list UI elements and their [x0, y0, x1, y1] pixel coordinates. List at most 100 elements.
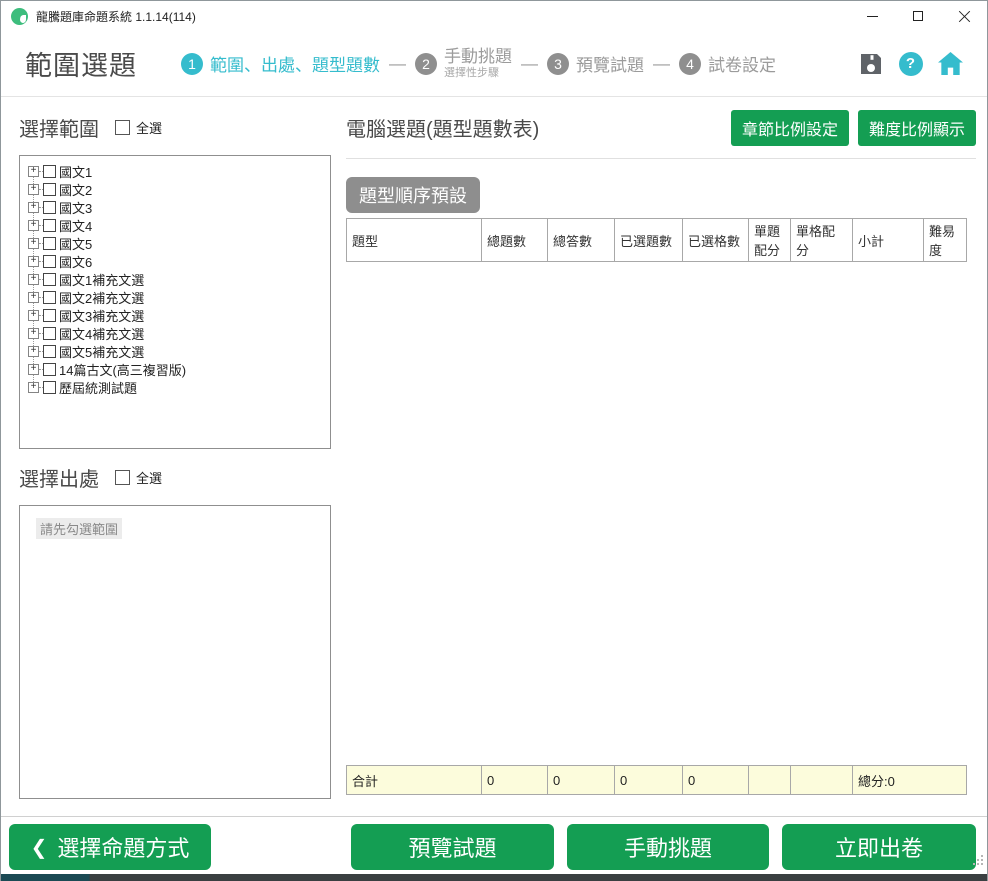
col-header-selected-questions: 已選題數	[615, 219, 683, 262]
back-to-method-button[interactable]: ❮ 選擇命題方式	[9, 824, 211, 870]
home-button[interactable]	[938, 51, 963, 76]
step-4-label: 試卷設定	[708, 51, 776, 76]
tree-item-label: 國文5補充文選	[59, 342, 144, 361]
tree-item-label: 國文6	[59, 252, 92, 271]
expand-icon[interactable]: +	[28, 364, 39, 375]
app-window: 龍騰題庫命題系統 1.1.14(114) 範圍選題 1 範圍、出處、題型題數 —…	[0, 0, 988, 881]
tree-item-checkbox[interactable]	[43, 255, 56, 268]
tree-item-checkbox[interactable]	[43, 381, 56, 394]
close-button[interactable]	[941, 1, 987, 31]
tree-item-checkbox[interactable]	[43, 327, 56, 340]
footer-total-label: 合計	[347, 766, 482, 795]
expand-icon[interactable]: +	[28, 382, 39, 393]
step-1: 1 範圍、出處、題型題數	[181, 51, 380, 76]
step-1-badge: 1	[181, 53, 203, 75]
range-tree: + 國文1 +國文2 +國文3 +國文4 + 國文5 + 國文6 +國文1補充文選 +…	[20, 156, 330, 448]
computer-selection-panel: 電腦選題(題型題數表) 章節比例設定 難度比例顯示 題型順序預設 題型 總題數 …	[346, 97, 976, 816]
footer-total-questions: 0	[482, 766, 548, 795]
tree-item-label: 國文4補充文選	[59, 324, 144, 343]
bottom-action-bar: ❮ 選擇命題方式 預覽試題 手動挑題 立即出卷	[1, 816, 987, 875]
col-header-difficulty: 難易度	[924, 219, 967, 262]
tree-item-checkbox[interactable]	[43, 363, 56, 376]
step-separator: —	[653, 54, 670, 74]
tree-item[interactable]: +國文2	[20, 180, 330, 198]
question-type-table-header: 題型 總題數 總答數 已選題數 已選格數 單題配分 單格配分 小計 難易度	[346, 218, 967, 262]
expand-icon[interactable]: +	[28, 202, 39, 213]
tree-item-label: 國文1	[59, 162, 92, 181]
step-2-badge: 2	[415, 53, 437, 75]
tree-item[interactable]: +14篇古文(高三複習版)	[20, 360, 330, 378]
help-button[interactable]: ?	[898, 51, 923, 76]
maximize-button[interactable]	[895, 1, 941, 31]
expand-icon[interactable]: +	[28, 256, 39, 267]
source-list-box: 請先勾選範圍	[19, 505, 331, 799]
tree-item[interactable]: +歷屆統測試題	[20, 378, 330, 396]
tree-item-checkbox[interactable]	[43, 309, 56, 322]
tree-item-checkbox[interactable]	[43, 183, 56, 196]
tree-item[interactable]: + 國文1	[20, 162, 330, 180]
main-content: 選擇範圍 全選 +國文1 +國文2 +國文3 +國文4 +國文5 +國文6 +國…	[1, 97, 987, 816]
tree-item[interactable]: + 國文4補充文選	[20, 324, 330, 342]
step-2-sublabel: 選擇性步驟	[444, 67, 512, 80]
minimize-button[interactable]	[849, 1, 895, 31]
preview-questions-button[interactable]: 預覽試題	[351, 824, 554, 870]
range-tree-box: + 國文1 +國文2 +國文3 +國文4 + 國文5 + 國文6 +國文1補充文選 +…	[19, 155, 331, 449]
window-controls	[849, 1, 987, 31]
question-type-table-footer: 合計 0 0 0 0 總分:0	[346, 765, 967, 795]
save-button[interactable]	[858, 51, 883, 76]
range-select-all[interactable]: 全選	[115, 118, 162, 137]
tree-item-checkbox[interactable]	[43, 345, 56, 358]
range-section-title: 選擇範圍	[19, 113, 99, 142]
source-placeholder: 請先勾選範圍	[36, 518, 122, 539]
col-header-score-per-question: 單題配分	[749, 219, 791, 262]
generate-exam-button[interactable]: 立即出卷	[782, 824, 976, 870]
maximize-icon	[913, 11, 923, 21]
tree-item-checkbox[interactable]	[43, 165, 56, 178]
footer-empty-cell	[791, 766, 853, 795]
tree-item-checkbox[interactable]	[43, 237, 56, 250]
source-select-all-checkbox[interactable]	[115, 470, 130, 485]
footer-total-answers: 0	[548, 766, 615, 795]
source-select-all[interactable]: 全選	[115, 468, 162, 487]
tree-item-label: 14篇古文(高三複習版)	[59, 360, 186, 379]
tree-item[interactable]: + 國文5補充文選	[20, 342, 330, 360]
difficulty-ratio-button[interactable]: 難度比例顯示	[858, 110, 976, 146]
chapter-ratio-button[interactable]: 章節比例設定	[731, 110, 849, 146]
expand-icon[interactable]: +	[28, 346, 39, 357]
expand-icon[interactable]: +	[28, 310, 39, 321]
expand-icon[interactable]: +	[28, 184, 39, 195]
app-logo-icon	[11, 8, 28, 25]
tree-item[interactable]: +國文1補充文選	[20, 270, 330, 288]
expand-icon[interactable]: +	[28, 292, 39, 303]
manual-pick-button[interactable]: 手動挑題	[567, 824, 769, 870]
tree-item[interactable]: + 國文5	[20, 234, 330, 252]
expand-icon[interactable]: +	[28, 274, 39, 285]
page-header: 範圍選題 1 範圍、出處、題型題數 — 2 手動挑題 選擇性步驟 — 3 預覽試…	[1, 31, 987, 97]
page-title: 範圍選題	[25, 44, 137, 83]
tree-item[interactable]: +國文3	[20, 198, 330, 216]
tree-item-checkbox[interactable]	[43, 201, 56, 214]
range-select-all-checkbox[interactable]	[115, 120, 130, 135]
step-2-label: 手動挑題	[444, 47, 512, 67]
tree-item-checkbox[interactable]	[43, 291, 56, 304]
tree-item[interactable]: +國文4	[20, 216, 330, 234]
footer-selected-cells: 0	[683, 766, 749, 795]
tree-item-checkbox[interactable]	[43, 219, 56, 232]
tree-item[interactable]: +國文3補充文選	[20, 306, 330, 324]
step-2: 2 手動挑題 選擇性步驟	[415, 47, 512, 79]
help-icon: ?	[899, 52, 923, 76]
expand-icon[interactable]: +	[28, 328, 39, 339]
type-order-default-button[interactable]: 題型順序預設	[346, 177, 480, 213]
expand-icon[interactable]: +	[28, 238, 39, 249]
col-header-selected-cells: 已選格數	[683, 219, 749, 262]
window-bottom-edge	[1, 874, 987, 881]
footer-total-score: 總分:0	[853, 766, 967, 795]
tree-item[interactable]: +國文2補充文選	[20, 288, 330, 306]
expand-icon[interactable]: +	[28, 166, 39, 177]
resize-grip[interactable]	[981, 863, 983, 865]
tree-item-checkbox[interactable]	[43, 273, 56, 286]
wizard-stepper: 1 範圍、出處、題型題數 — 2 手動挑題 選擇性步驟 — 3 預覽試題 — 4…	[181, 47, 776, 79]
tree-item-label: 國文5	[59, 234, 92, 253]
expand-icon[interactable]: +	[28, 220, 39, 231]
tree-item[interactable]: + 國文6	[20, 252, 330, 270]
